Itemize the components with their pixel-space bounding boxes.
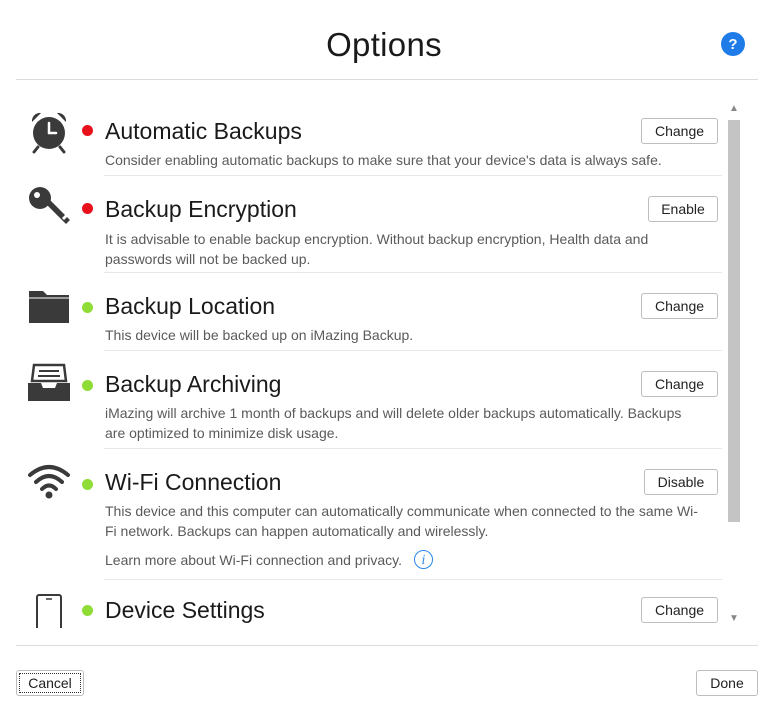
row-description: Consider enabling automatic backups to m… [105,152,662,168]
scroll-down-icon[interactable]: ▼ [726,610,742,626]
row-title: Backup Location [105,293,276,319]
help-button[interactable]: ? [721,32,745,56]
row-title: Backup Encryption [105,196,297,222]
change-button[interactable]: Change [641,118,718,144]
scroll-up-icon[interactable]: ▲ [726,100,742,116]
wifi-privacy-link[interactable]: Learn more about Wi-Fi connection and pr… [105,552,402,568]
wifi-privacy-link-row[interactable]: Learn more about Wi-Fi connection and pr… [105,550,433,569]
header-divider [16,79,758,80]
change-button[interactable]: Change [641,597,718,623]
status-dot-green [82,302,93,313]
row-title: Automatic Backups [105,118,302,144]
option-row-backup-encryption: Backup Encryption Enable It is advisable… [16,176,722,273]
row-description: iMazing will archive 1 month of backups … [105,405,682,441]
status-dot-red [82,203,93,214]
options-list: Automatic Backups Change Consider enabli… [16,96,726,628]
option-row-backup-archiving: Backup Archiving Change iMazing will arc… [16,351,722,449]
option-row-backup-location: Backup Location Change This device will … [16,273,722,351]
page-title: Options [326,26,442,63]
row-title: Device Settings [105,597,265,623]
cancel-button[interactable]: Cancel [16,670,84,696]
row-description: This device will be backed up on iMazing… [105,327,414,343]
disable-button[interactable]: Disable [644,469,718,495]
row-description: It is advisable to enable backup encrypt… [105,231,649,267]
change-button[interactable]: Change [641,371,718,397]
change-button[interactable]: Change [641,293,718,319]
status-dot-red [82,125,93,136]
folder-icon [29,291,69,323]
alarm-clock-icon [31,112,67,154]
status-dot-green [82,479,93,490]
status-dot-green [82,605,93,616]
row-title: Wi-Fi Connection [105,469,282,495]
info-icon[interactable]: i [414,550,433,569]
done-button[interactable]: Done [696,670,758,696]
row-description: This device and this computer can automa… [105,503,698,539]
archive-tray-icon [28,363,70,401]
key-icon [29,187,70,224]
option-row-wifi-connection: Wi-Fi Connection Disable This device and… [16,449,722,580]
wifi-icon [28,465,70,499]
row-title: Backup Archiving [105,371,282,397]
device-icon [36,594,62,628]
option-row-automatic-backups: Automatic Backups Change Consider enabli… [16,96,722,176]
option-row-device-settings: Device Settings Change [16,580,722,628]
scrollbar-thumb[interactable] [728,120,740,522]
status-dot-green [82,380,93,391]
footer-divider [16,645,758,646]
scrollbar[interactable]: ▲ ▼ [726,100,742,627]
enable-button[interactable]: Enable [648,196,718,222]
